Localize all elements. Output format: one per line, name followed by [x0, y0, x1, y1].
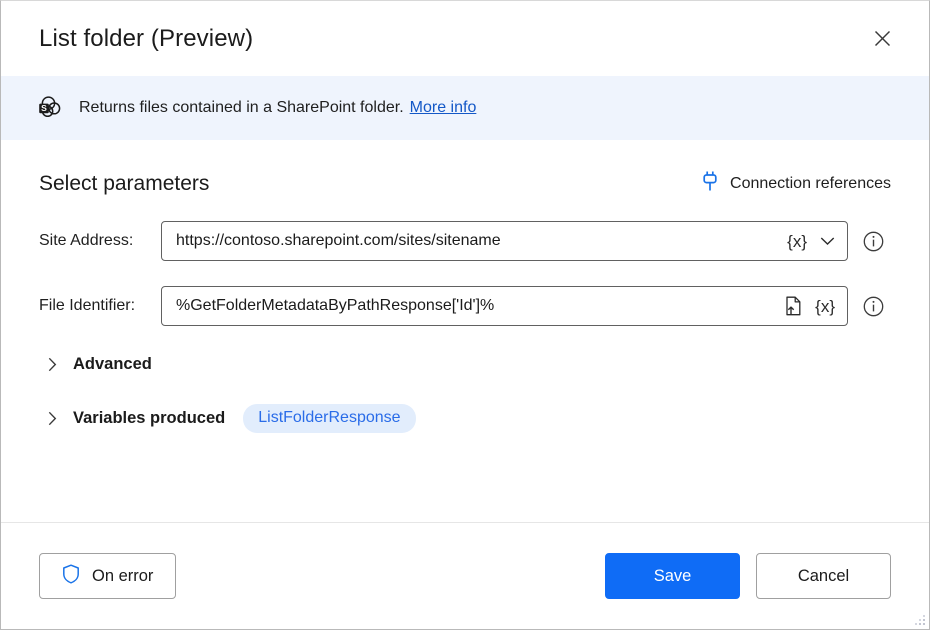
file-identifier-info-icon[interactable]	[862, 295, 884, 317]
file-identifier-variable-icon[interactable]: {x}	[813, 296, 837, 317]
section-title: Select parameters	[39, 172, 209, 196]
site-address-label: Site Address:	[39, 232, 161, 250]
param-row-site-address: Site Address: https://contoso.sharepoint…	[39, 221, 891, 261]
dialog-body: Select parameters Connection references …	[1, 140, 929, 522]
shield-icon	[62, 564, 80, 589]
more-info-link[interactable]: More info	[410, 99, 477, 117]
info-banner: S Returns files contained in a SharePoin…	[1, 76, 929, 140]
resize-grip[interactable]	[913, 613, 926, 626]
plug-icon	[702, 170, 718, 197]
dialog-footer: On error Save Cancel	[1, 522, 929, 629]
connection-references-label: Connection references	[730, 175, 891, 193]
file-upload-icon[interactable]	[783, 295, 804, 317]
param-row-file-identifier: File Identifier: %GetFolderMetadataByPat…	[39, 286, 891, 326]
expander-advanced-label: Advanced	[73, 355, 152, 374]
site-address-variable-icon[interactable]: {x}	[785, 231, 809, 252]
expander-variables-label: Variables produced	[73, 409, 225, 428]
section-header: Select parameters Connection references	[39, 170, 891, 197]
close-button[interactable]	[859, 16, 905, 62]
file-identifier-value: %GetFolderMetadataByPathResponse['Id']%	[176, 297, 775, 315]
variable-chip-listfolderresponse[interactable]: ListFolderResponse	[243, 404, 415, 433]
list-folder-dialog: List folder (Preview) S Returns files co…	[0, 0, 930, 630]
dialog-titlebar: List folder (Preview)	[1, 1, 929, 76]
banner-text: Returns files contained in a SharePoint …	[79, 98, 404, 117]
on-error-button[interactable]: On error	[39, 553, 176, 599]
save-button[interactable]: Save	[605, 553, 740, 599]
connection-references-button[interactable]: Connection references	[702, 170, 891, 197]
expander-advanced[interactable]: Advanced	[39, 355, 152, 374]
svg-text:S: S	[41, 103, 47, 113]
sharepoint-icon: S	[35, 94, 63, 122]
dialog-title: List folder (Preview)	[39, 27, 253, 51]
cancel-button[interactable]: Cancel	[756, 553, 891, 599]
close-icon	[874, 30, 891, 47]
site-address-field[interactable]: https://contoso.sharepoint.com/sites/sit…	[161, 221, 848, 261]
site-address-value: https://contoso.sharepoint.com/sites/sit…	[176, 232, 777, 250]
chevron-right-icon	[41, 411, 63, 426]
file-identifier-field[interactable]: %GetFolderMetadataByPathResponse['Id']% …	[161, 286, 848, 326]
file-identifier-label: File Identifier:	[39, 297, 161, 315]
chevron-right-icon	[41, 357, 63, 372]
site-address-dropdown-icon[interactable]	[818, 233, 837, 249]
on-error-label: On error	[92, 567, 153, 586]
expander-variables-produced[interactable]: Variables produced ListFolderResponse	[39, 404, 416, 433]
site-address-info-icon[interactable]	[862, 230, 884, 252]
